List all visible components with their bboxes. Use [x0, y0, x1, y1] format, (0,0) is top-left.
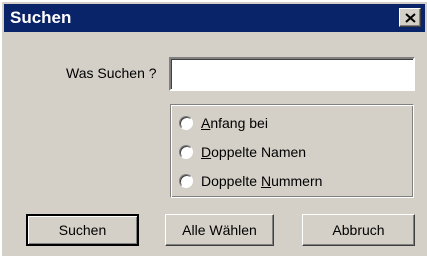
title-bar: Suchen — [4, 4, 425, 32]
radio-label: Doppelte Namen — [201, 144, 307, 160]
radio-button[interactable] — [179, 116, 193, 130]
radio-doppelte-nummern[interactable]: Doppelte Nummern — [179, 171, 322, 191]
cancel-button[interactable]: Abbruch — [302, 214, 415, 246]
search-button[interactable]: Suchen — [26, 214, 139, 246]
search-label: Was Suchen ? — [66, 65, 157, 81]
radio-anfang-bei[interactable]: Anfang bei — [179, 113, 268, 133]
search-dialog: Suchen Was Suchen ? Anfang bei Doppelte … — [0, 0, 427, 256]
radio-doppelte-namen[interactable]: Doppelte Namen — [179, 142, 306, 162]
radio-button[interactable] — [179, 145, 193, 159]
close-icon — [405, 13, 416, 23]
search-options-group: Anfang bei Doppelte Namen Doppelte Numme… — [170, 104, 414, 198]
radio-label: Doppelte Nummern — [201, 173, 323, 189]
radio-label: Anfang bei — [201, 115, 268, 131]
select-all-button[interactable]: Alle Wählen — [165, 214, 274, 246]
close-button[interactable] — [399, 8, 421, 27]
window-title: Suchen — [10, 8, 72, 27]
search-input[interactable] — [169, 57, 415, 91]
radio-button[interactable] — [179, 174, 193, 188]
